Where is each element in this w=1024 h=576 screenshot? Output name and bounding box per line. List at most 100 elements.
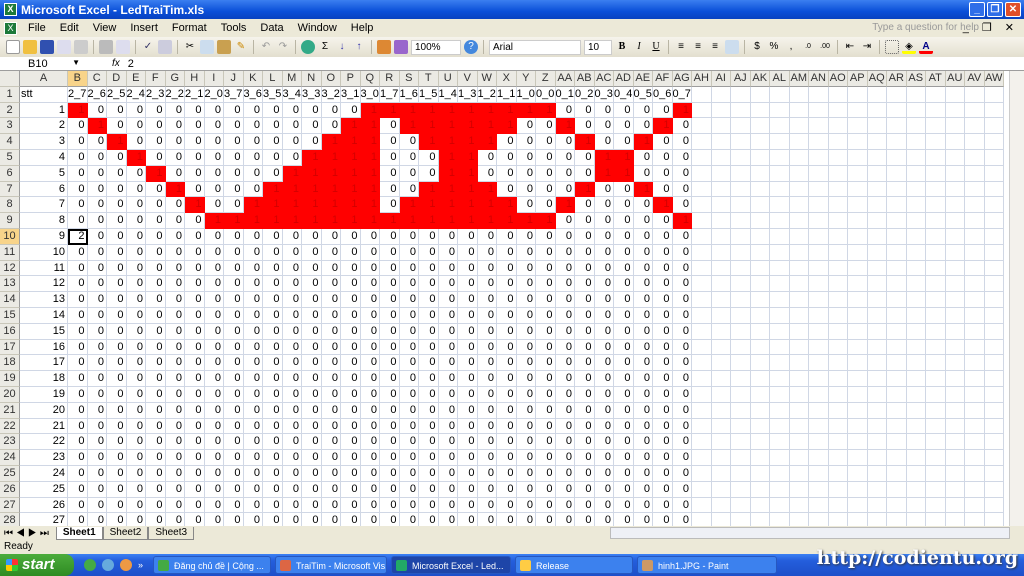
led-off-cell[interactable]: 0 — [516, 339, 536, 356]
empty-cell[interactable] — [906, 276, 926, 293]
empty-cell[interactable] — [906, 323, 926, 340]
new-icon[interactable] — [6, 40, 20, 54]
empty-cell[interactable] — [750, 213, 770, 229]
led-off-cell[interactable]: 0 — [165, 260, 185, 277]
font-select[interactable]: Arial — [489, 39, 581, 55]
empty-cell[interactable] — [770, 86, 790, 103]
led-off-cell[interactable]: 0 — [438, 465, 458, 482]
led-off-cell[interactable]: 0 — [575, 276, 595, 293]
led-off-cell[interactable]: 0 — [536, 292, 556, 308]
led-off-cell[interactable]: 0 — [302, 465, 322, 482]
row-header[interactable]: 5 — [0, 149, 20, 166]
font-color-icon[interactable]: A — [919, 40, 933, 54]
empty-cell[interactable] — [789, 292, 809, 308]
led-off-cell[interactable]: 0 — [536, 434, 556, 451]
led-off-cell[interactable]: 0 — [341, 371, 361, 387]
empty-cell[interactable] — [789, 434, 809, 451]
empty-cell[interactable] — [789, 181, 809, 198]
led-off-cell[interactable]: 0 — [419, 434, 439, 451]
led-off-cell[interactable]: 0 — [146, 197, 166, 214]
menu-insert[interactable]: Insert — [123, 22, 165, 34]
empty-cell[interactable] — [906, 134, 926, 150]
empty-cell[interactable] — [984, 260, 1004, 277]
led-off-cell[interactable]: 0 — [263, 434, 283, 451]
led-off-cell[interactable]: 0 — [614, 418, 634, 435]
empty-cell[interactable] — [789, 102, 809, 119]
column-header-AU[interactable]: AU — [945, 71, 965, 87]
empty-cell[interactable] — [770, 386, 790, 403]
header-cell[interactable]: 1_2 — [477, 86, 497, 103]
led-off-cell[interactable]: 0 — [146, 260, 166, 277]
led-off-cell[interactable]: 0 — [380, 418, 400, 435]
led-off-cell[interactable]: 0 — [204, 102, 224, 119]
empty-cell[interactable] — [750, 134, 770, 150]
led-off-cell[interactable]: 0 — [536, 481, 556, 498]
empty-cell[interactable] — [770, 197, 790, 214]
led-off-cell[interactable]: 0 — [87, 465, 107, 482]
empty-cell[interactable] — [926, 102, 946, 119]
empty-cell[interactable] — [731, 339, 751, 356]
empty-cell[interactable] — [906, 450, 926, 466]
led-off-cell[interactable]: 0 — [146, 434, 166, 451]
led-off-cell[interactable]: 0 — [653, 339, 673, 356]
hyperlink-icon[interactable] — [301, 40, 315, 54]
led-off-cell[interactable]: 0 — [185, 434, 205, 451]
led-off-cell[interactable]: 0 — [243, 181, 263, 198]
column-header-I[interactable]: I — [204, 71, 224, 87]
empty-cell[interactable] — [731, 434, 751, 451]
column-header-AW[interactable]: AW — [984, 71, 1004, 87]
led-off-cell[interactable]: 0 — [477, 228, 497, 245]
led-off-cell[interactable]: 0 — [204, 355, 224, 372]
led-on-cell[interactable]: 1 — [165, 181, 185, 198]
empty-cell[interactable] — [731, 213, 751, 229]
taskbar-item[interactable]: Microsoft Excel - Led... — [391, 556, 512, 574]
led-off-cell[interactable]: 0 — [536, 165, 556, 182]
led-off-cell[interactable]: 0 — [243, 497, 263, 514]
led-on-cell[interactable]: 1 — [341, 118, 361, 135]
sort-ascending-icon[interactable]: ↓ — [335, 40, 349, 54]
empty-cell[interactable] — [867, 339, 887, 356]
email-icon[interactable] — [74, 40, 88, 54]
led-on-cell[interactable]: 1 — [282, 165, 302, 182]
empty-cell[interactable] — [711, 371, 731, 387]
empty-cell[interactable] — [731, 134, 751, 150]
led-off-cell[interactable]: 0 — [263, 118, 283, 135]
led-off-cell[interactable]: 0 — [555, 497, 575, 514]
led-off-cell[interactable]: 0 — [341, 307, 361, 324]
led-off-cell[interactable]: 0 — [204, 134, 224, 150]
led-off-cell[interactable]: 0 — [243, 450, 263, 466]
column-header-AA[interactable]: AA — [555, 71, 575, 87]
menu-window[interactable]: Window — [291, 22, 344, 34]
led-on-cell[interactable]: 1 — [399, 102, 419, 119]
empty-cell[interactable] — [789, 260, 809, 277]
empty-cell[interactable] — [692, 450, 712, 466]
led-off-cell[interactable]: 0 — [536, 181, 556, 198]
led-off-cell[interactable]: 0 — [614, 434, 634, 451]
header-cell[interactable]: 3_4 — [282, 86, 302, 103]
led-off-cell[interactable]: 0 — [633, 102, 653, 119]
led-off-cell[interactable]: 0 — [165, 386, 185, 403]
led-on-cell[interactable]: 1 — [341, 197, 361, 214]
led-off-cell[interactable]: 0 — [204, 276, 224, 293]
menu-format[interactable]: Format — [165, 22, 214, 34]
led-off-cell[interactable]: 0 — [360, 418, 380, 435]
led-off-cell[interactable]: 0 — [126, 228, 146, 245]
empty-cell[interactable] — [692, 86, 712, 103]
led-off-cell[interactable]: 0 — [68, 307, 88, 324]
led-off-cell[interactable]: 0 — [263, 134, 283, 150]
led-off-cell[interactable]: 0 — [614, 497, 634, 514]
led-off-cell[interactable]: 0 — [263, 276, 283, 293]
led-off-cell[interactable]: 0 — [204, 339, 224, 356]
led-off-cell[interactable]: 0 — [672, 260, 692, 277]
led-off-cell[interactable]: 0 — [380, 165, 400, 182]
led-off-cell[interactable]: 0 — [477, 165, 497, 182]
row-header[interactable]: 9 — [0, 213, 20, 229]
led-off-cell[interactable]: 0 — [653, 386, 673, 403]
led-on-cell[interactable]: 1 — [633, 181, 653, 198]
led-off-cell[interactable]: 0 — [672, 434, 692, 451]
led-off-cell[interactable]: 0 — [399, 434, 419, 451]
empty-cell[interactable] — [945, 213, 965, 229]
led-off-cell[interactable]: 0 — [146, 228, 166, 245]
led-off-cell[interactable]: 0 — [575, 244, 595, 261]
empty-cell[interactable] — [809, 102, 829, 119]
